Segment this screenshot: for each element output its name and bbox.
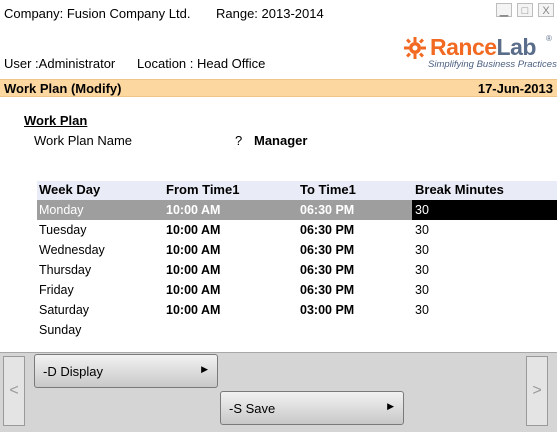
week-day-cell: Saturday (39, 303, 90, 317)
to-time-cell[interactable]: 06:30 PM (300, 263, 354, 277)
column-header-to-time: To Time1 (300, 182, 356, 197)
break-minutes-cell[interactable]: 30 (412, 240, 557, 260)
to-time-cell[interactable]: 06:30 PM (300, 283, 354, 297)
display-button-label: -D Display (43, 364, 103, 379)
break-minutes-cell[interactable]: 30 (412, 260, 557, 280)
from-time-cell[interactable]: 10:00 AM (166, 243, 220, 257)
gear-icon (404, 37, 426, 59)
header-bar: Company: Fusion Company Ltd. Range: 2013… (0, 0, 557, 80)
registered-mark: ® (546, 34, 552, 43)
work-plan-name-field[interactable]: Manager (254, 133, 307, 148)
to-time-cell[interactable]: 03:00 PM (300, 303, 354, 317)
column-header-week-day: Week Day (39, 182, 101, 197)
from-time-cell[interactable]: 10:00 AM (166, 263, 220, 277)
current-user: User :Administrator (4, 56, 116, 71)
rancelab-logo: RanceLab ® Simplifying Business Practice… (404, 34, 557, 72)
break-minutes-cell[interactable]: 30 (412, 200, 557, 220)
week-day-cell: Friday (39, 283, 74, 297)
break-minutes-cell[interactable]: 30 (412, 220, 557, 240)
week-day-cell: Monday (39, 203, 84, 217)
scroll-right-button[interactable]: > (526, 356, 548, 426)
screen-title: Work Plan (Modify) (4, 81, 122, 96)
week-day-cell: Sunday (39, 323, 82, 337)
current-location: Location : Head Office (137, 56, 266, 71)
week-day-cell: Thursday (39, 263, 92, 277)
to-time-cell[interactable]: 06:30 PM (300, 243, 354, 257)
column-header-break-minutes: Break Minutes (415, 182, 504, 197)
lookup-marker[interactable]: ? (235, 133, 242, 148)
break-minutes-cell[interactable]: 30 (412, 300, 557, 320)
financial-range: Range: 2013-2014 (216, 6, 324, 21)
from-time-cell[interactable]: 10:00 AM (166, 283, 220, 297)
to-time-cell[interactable]: 06:30 PM (300, 203, 354, 217)
table-row[interactable]: Monday 10:00 AM 06:30 PM 30 (37, 200, 557, 220)
save-button[interactable]: -S Save ▶ (220, 391, 404, 425)
break-minutes-cell[interactable]: 30 (412, 280, 557, 300)
table-row[interactable]: Tuesday 10:00 AM 06:30 PM 30 (37, 220, 557, 240)
work-plan-name-label: Work Plan Name (34, 133, 133, 148)
scroll-left-button[interactable]: < (3, 356, 25, 426)
logo-wordmark: RanceLab (430, 34, 536, 60)
company-name: Company: Fusion Company Ltd. (4, 6, 191, 21)
week-day-cell: Wednesday (39, 243, 105, 257)
break-minutes-cell[interactable] (412, 320, 557, 340)
screen-date: 17-Jun-2013 (477, 81, 553, 96)
maximize-button[interactable]: □ (517, 3, 533, 17)
minimize-button[interactable]: ▁ (496, 3, 512, 17)
week-day-cell: Tuesday (39, 223, 87, 237)
display-button[interactable]: -D Display ▶ (34, 354, 218, 388)
table-row[interactable]: Friday 10:00 AM 06:30 PM 30 (37, 280, 557, 300)
to-time-cell[interactable]: 06:30 PM (300, 223, 354, 237)
screen-title-bar: Work Plan (Modify) 17-Jun-2013 (0, 79, 557, 97)
section-title: Work Plan (24, 113, 88, 128)
arrow-right-icon: ▶ (201, 364, 208, 374)
logo-tagline: Simplifying Business Practices (428, 59, 557, 70)
arrow-right-icon: ▶ (387, 401, 394, 411)
column-header-from-time: From Time1 (166, 182, 240, 197)
close-button[interactable]: X (538, 3, 554, 17)
table-row[interactable]: Saturday 10:00 AM 03:00 PM 30 (37, 300, 557, 320)
from-time-cell[interactable]: 10:00 AM (166, 303, 220, 317)
from-time-cell[interactable]: 10:00 AM (166, 203, 220, 217)
table-row[interactable]: Wednesday 10:00 AM 06:30 PM 30 (37, 240, 557, 260)
grid-header: Week Day From Time1 To Time1 Break Minut… (37, 181, 557, 200)
table-row[interactable]: Sunday (37, 320, 557, 340)
from-time-cell[interactable]: 10:00 AM (166, 223, 220, 237)
table-row[interactable]: Thursday 10:00 AM 06:30 PM 30 (37, 260, 557, 280)
save-button-label: -S Save (229, 401, 276, 416)
